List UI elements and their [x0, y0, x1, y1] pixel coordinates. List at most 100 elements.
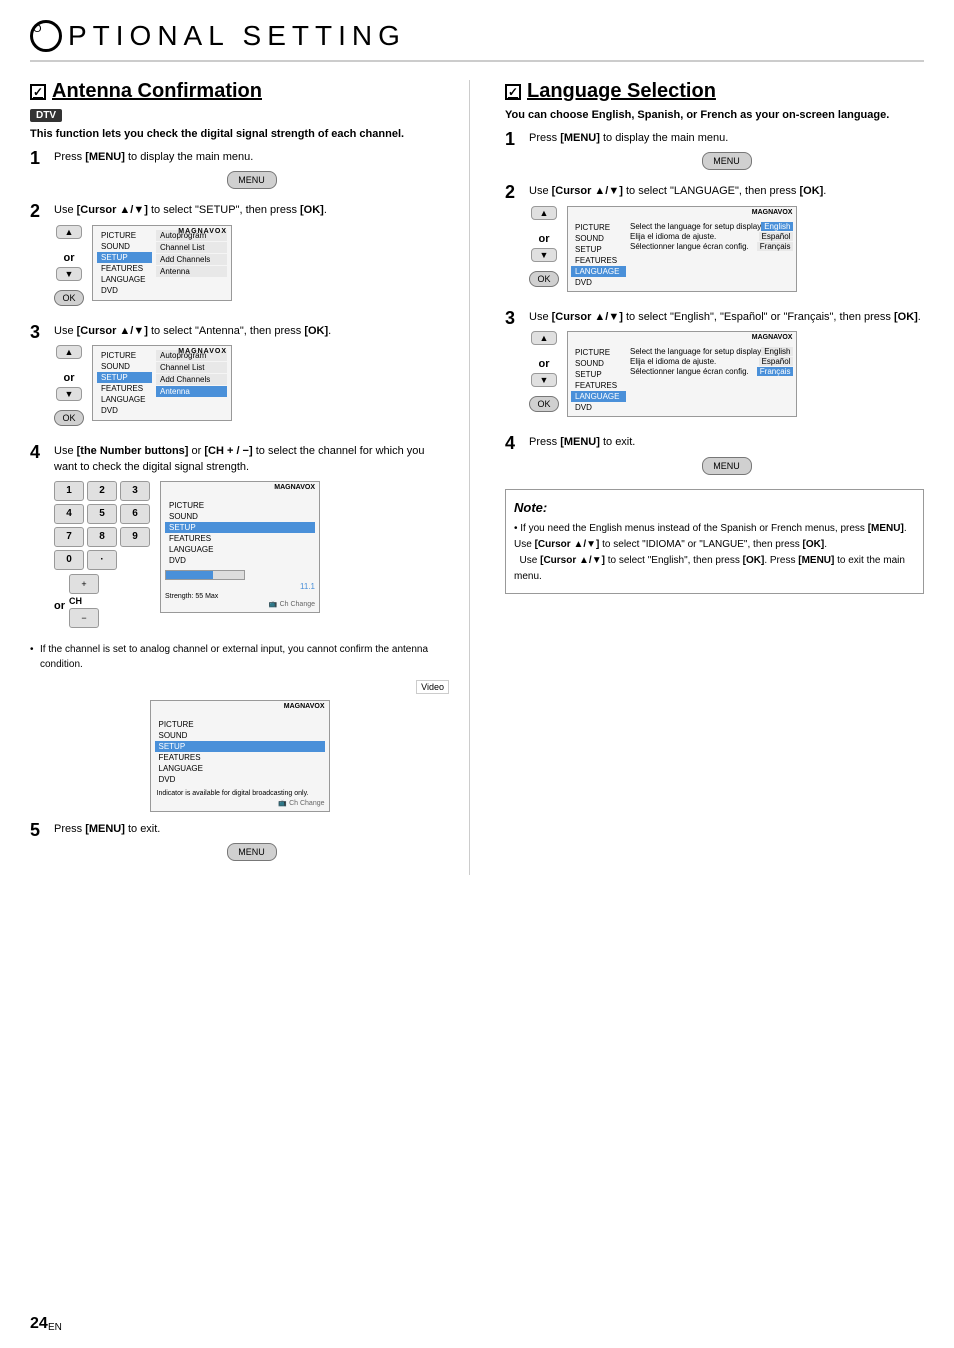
- num-btn-dot[interactable]: ·: [87, 550, 117, 570]
- screen-lang: LANGUAGE: [165, 544, 315, 555]
- antenna-step-5: 5 Press [MENU] to exit. MENU: [30, 822, 449, 861]
- lang-remote-arrows-3: ▲ or ▼ OK: [529, 331, 559, 412]
- lang-ok-btn-2[interactable]: OK: [529, 271, 559, 287]
- l3-picture: PICTURE: [571, 347, 626, 358]
- ch-minus-btn[interactable]: −: [69, 608, 99, 628]
- menu-button-5[interactable]: MENU: [227, 843, 277, 861]
- step-3-text: Use [Cursor ▲/▼] to select "Antenna", th…: [54, 324, 449, 339]
- l2-setup: SETUP: [571, 244, 626, 255]
- right-item-addchannels: Add Channels: [156, 254, 227, 265]
- l3-language: LANGUAGE: [571, 391, 626, 402]
- num-btn-3[interactable]: 3: [120, 481, 150, 501]
- lang-step-1-content: Press [MENU] to display the main menu. M…: [529, 131, 924, 170]
- step-number-3: 3: [30, 322, 48, 343]
- menu-item-sound-3: SOUND: [97, 361, 152, 372]
- antenna-confirmation-section: ✓ Antenna Confirmation DTV This function…: [30, 80, 470, 875]
- lang-step-2: 2 Use [Cursor ▲/▼] to select "LANGUAGE",…: [505, 184, 924, 295]
- l2-language: LANGUAGE: [571, 266, 626, 277]
- l2-opt-es-val: Español: [759, 232, 794, 241]
- page-header: O PTIONAL SETTING: [30, 20, 924, 62]
- num-btn-1[interactable]: 1: [54, 481, 84, 501]
- menu-item-language-3: LANGUAGE: [97, 394, 152, 405]
- signal-bar-container: [165, 570, 245, 580]
- step-4-text: Use [the Number buttons] or [CH + / −] t…: [54, 444, 449, 475]
- right-item-antenna-3: Antenna: [156, 386, 227, 397]
- remote-arrows-2: ▲ or ▼ OK: [54, 225, 84, 306]
- lang-menu-button-1[interactable]: MENU: [702, 152, 752, 170]
- brand-logo-2: MAGNAVOX: [178, 228, 227, 235]
- num-btn-9[interactable]: 9: [120, 527, 150, 547]
- l3-setup: SETUP: [571, 369, 626, 380]
- num-btn-5[interactable]: 5: [87, 504, 117, 524]
- menu-item-picture-3: PICTURE: [97, 350, 152, 361]
- l3-opt-fr-val: Français: [757, 367, 794, 376]
- header-o-circle: O: [30, 20, 62, 52]
- v-sound: SOUND: [155, 730, 325, 741]
- l2-opt-es-label: Elija el idioma de ajuste.: [630, 232, 716, 241]
- lang-step-number-2: 2: [505, 182, 523, 203]
- screen-menu-left-3: PICTURE SOUND SETUP FEATURES LANGUAGE DV…: [97, 350, 152, 416]
- screen-menu-left-2: PICTURE SOUND SETUP FEATURES LANGUAGE DV…: [97, 230, 152, 296]
- note-text: • If you need the English menus instead …: [514, 521, 915, 585]
- ok-btn-3[interactable]: OK: [54, 410, 84, 426]
- num-btn-6[interactable]: 6: [120, 504, 150, 524]
- signal-bar-row: [165, 568, 315, 582]
- l2-opt-en-val: English: [761, 222, 793, 231]
- lang-step-1: 1 Press [MENU] to display the main menu.…: [505, 131, 924, 170]
- ch-plus-btn[interactable]: +: [69, 574, 99, 594]
- step-5-content: Press [MENU] to exit. MENU: [54, 822, 449, 861]
- v-picture: PICTURE: [155, 719, 325, 730]
- note-box: Note: • If you need the English menus in…: [505, 489, 924, 595]
- num-buttons-grid: 1 2 3 4 5 6 7 8 9 0 ·: [54, 481, 150, 570]
- language-selection-section: ✓ Language Selection You can choose Engl…: [500, 80, 924, 875]
- signal-screen-block: MAGNAVOX PICTURE SOUND SETUP FEATURES LA…: [160, 481, 320, 613]
- l3-opt-en-val: English: [761, 347, 793, 356]
- ok-btn-2[interactable]: OK: [54, 290, 84, 306]
- step-number-5: 5: [30, 820, 48, 841]
- num-btn-2[interactable]: 2: [87, 481, 117, 501]
- lang-menu-left-2: PICTURE SOUND SETUP FEATURES LANGUAGE DV…: [571, 222, 626, 288]
- step-3-content: Use [Cursor ▲/▼] to select "Antenna", th…: [54, 324, 449, 430]
- lang-ok-btn-3[interactable]: OK: [529, 396, 559, 412]
- page-title: PTIONAL SETTING: [68, 20, 406, 52]
- down-btn[interactable]: ▼: [56, 267, 82, 281]
- l2-opt-fr-label: Sélectionner langue écran config.: [630, 242, 749, 251]
- lang-down-btn-2[interactable]: ▼: [531, 248, 557, 262]
- lang-options-2: Select the language for setup display En…: [630, 222, 793, 288]
- ch-label: CH: [69, 596, 99, 606]
- lang-step-number-4: 4: [505, 433, 523, 454]
- num-btn-4[interactable]: 4: [54, 504, 84, 524]
- step-2-menu-mock: ▲ or ▼ OK MAGNAVOX PICTURE: [54, 225, 449, 306]
- menu-item-picture: PICTURE: [97, 230, 152, 241]
- menu-item-features: FEATURES: [97, 263, 152, 274]
- v-ch-change: 📺 Ch Change: [155, 799, 325, 807]
- menu-button-1[interactable]: MENU: [227, 171, 277, 189]
- down-btn-3[interactable]: ▼: [56, 387, 82, 401]
- lang-up-btn-2[interactable]: ▲: [531, 206, 557, 220]
- lang-step-2-text: Use [Cursor ▲/▼] to select "LANGUAGE", t…: [529, 184, 924, 199]
- lang-step-3-text: Use [Cursor ▲/▼] to select "English", "E…: [529, 310, 924, 325]
- l3-sound: SOUND: [571, 358, 626, 369]
- up-btn[interactable]: ▲: [56, 225, 82, 239]
- menu-item-setup-3: SETUP: [97, 372, 152, 383]
- lang-menu-button-4[interactable]: MENU: [702, 457, 752, 475]
- l2-picture: PICTURE: [571, 222, 626, 233]
- lang-step-number-1: 1: [505, 129, 523, 150]
- num-btn-8[interactable]: 8: [87, 527, 117, 547]
- num-btn-0[interactable]: 0: [54, 550, 84, 570]
- lang-up-btn-3[interactable]: ▲: [531, 331, 557, 345]
- up-btn-3[interactable]: ▲: [56, 345, 82, 359]
- lang-down-btn-3[interactable]: ▼: [531, 373, 557, 387]
- analog-bullet: If the channel is set to analog channel …: [30, 642, 449, 672]
- l3-dvd: DVD: [571, 402, 626, 413]
- language-section-title: ✓ Language Selection: [505, 80, 924, 103]
- step-2-screen: MAGNAVOX PICTURE SOUND SETUP FEATURES LA…: [92, 225, 232, 301]
- v-indicator-text: Indicator is available for digital broad…: [155, 788, 325, 799]
- num-btn-7[interactable]: 7: [54, 527, 84, 547]
- right-item-channellist: Channel List: [156, 242, 227, 253]
- screen-menu-right-2: Autoprogram Channel List Add Channels An…: [156, 230, 227, 296]
- lang-menu-row-3: PICTURE SOUND SETUP FEATURES LANGUAGE DV…: [571, 347, 793, 413]
- lang-brand-2: MAGNAVOX: [752, 209, 793, 216]
- brand-video: MAGNAVOX: [284, 703, 325, 710]
- or-label-2: or: [64, 252, 75, 264]
